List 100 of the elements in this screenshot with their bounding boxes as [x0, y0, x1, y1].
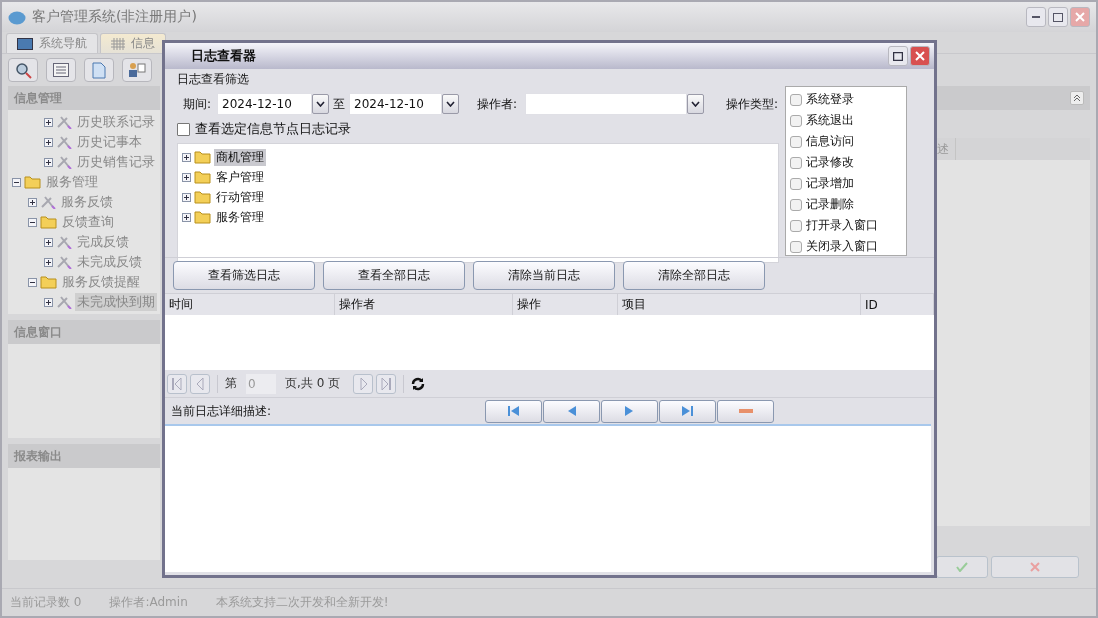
tree-item[interactable]: 服务管理 [214, 208, 266, 226]
expand-icon[interactable] [182, 192, 191, 202]
minimize-button[interactable] [1026, 7, 1046, 27]
tree-item[interactable]: 客户管理 [214, 168, 266, 186]
expand-icon[interactable] [44, 237, 53, 247]
collapse-icon[interactable] [28, 277, 37, 287]
tree-item[interactable]: 行动管理 [214, 188, 266, 206]
checkbox-label: 关闭录入窗口 [806, 238, 878, 255]
close-button[interactable] [910, 46, 930, 66]
maximize-icon [893, 51, 903, 61]
refresh-icon[interactable] [411, 376, 426, 391]
folder-icon [194, 150, 211, 164]
pager-label: 第 [225, 375, 237, 392]
tree-item[interactable]: 服务管理 [44, 173, 100, 191]
caret-icon [446, 101, 456, 107]
prev-record-button[interactable] [543, 399, 600, 423]
folder-icon [40, 275, 57, 289]
expand-icon[interactable] [44, 297, 53, 307]
last-record-button[interactable] [659, 399, 716, 423]
checkbox[interactable] [790, 93, 802, 106]
operator-field[interactable] [525, 93, 688, 115]
expand-icon[interactable] [182, 172, 191, 182]
status-text: 当前记录数 0 [10, 594, 82, 611]
action-button[interactable]: 清除全部日志 [623, 261, 765, 290]
close-icon [1075, 12, 1085, 22]
date-field[interactable]: 2024-12-10 [217, 93, 313, 115]
tree-item[interactable]: 商机管理 [214, 148, 266, 166]
toolbar-button[interactable] [46, 58, 76, 82]
first-icon [172, 377, 182, 390]
dropdown-button[interactable] [312, 94, 330, 114]
field-label: 操作类型: [726, 95, 779, 113]
tree-item[interactable]: 历史记事本 [75, 133, 144, 151]
tab[interactable]: 信息 [100, 33, 166, 53]
previous-icon [567, 406, 576, 416]
panel-header[interactable]: 报表输出 [8, 444, 160, 468]
collapse-icon[interactable] [28, 217, 37, 227]
dropdown-button[interactable] [687, 94, 705, 114]
tree-item[interactable]: 未完成快到期 [75, 293, 157, 311]
first-record-button[interactable] [485, 399, 542, 423]
checkbox-label: 记录增加 [806, 175, 854, 192]
action-button[interactable]: 查看全部日志 [323, 261, 465, 290]
tree-item[interactable]: 未完成反馈 [75, 253, 144, 271]
field-label: 期间: [183, 95, 212, 113]
chevrons-up-icon [1073, 94, 1081, 102]
expand-icon[interactable] [182, 212, 191, 222]
checkbox[interactable] [790, 177, 802, 190]
checkbox-label: 系统登录 [806, 91, 854, 108]
folder-icon [40, 215, 57, 229]
panel-header[interactable]: 信息窗口 [8, 320, 160, 344]
next-icon [625, 406, 634, 416]
checkbox[interactable] [177, 122, 190, 136]
minus-icon [738, 409, 753, 413]
tree-item[interactable]: 服务反馈 [59, 193, 115, 211]
window-title: 客户管理系统(非注册用户) [32, 8, 197, 26]
tools-icon [56, 135, 72, 149]
toolbar-button[interactable] [122, 58, 152, 82]
collapse-icon[interactable] [12, 177, 21, 187]
checkbox[interactable] [790, 135, 802, 148]
tree-item[interactable]: 历史联系记录 [75, 113, 157, 131]
next-icon [359, 377, 367, 390]
tab[interactable]: 系统导航 [6, 33, 98, 53]
action-button[interactable]: 查看筛选日志 [173, 261, 315, 290]
checkbox-label: 查看选定信息节点日志记录 [195, 120, 351, 138]
expand-icon[interactable] [44, 257, 53, 267]
dropdown-button[interactable] [442, 94, 460, 114]
expand-icon[interactable] [44, 117, 53, 127]
date-field[interactable]: 2024-12-10 [349, 93, 443, 115]
search-icon [14, 61, 32, 79]
expand-icon[interactable] [44, 137, 53, 147]
expand-icon[interactable] [44, 157, 53, 167]
action-button[interactable]: 清除当前日志 [473, 261, 615, 290]
tree-item[interactable]: 服务反馈提醒 [60, 273, 142, 291]
expand-icon[interactable] [182, 152, 191, 162]
tools-icon [56, 155, 72, 169]
checkbox[interactable] [790, 240, 802, 253]
maximize-icon [1053, 12, 1063, 22]
page-field[interactable]: 0 [246, 373, 276, 394]
checkbox[interactable] [790, 156, 802, 169]
maximize-button[interactable] [1048, 7, 1068, 27]
collapse-button[interactable] [1070, 91, 1084, 105]
maximize-button[interactable] [888, 46, 908, 66]
checkbox-label: 系统退出 [806, 112, 854, 129]
previous-icon [196, 377, 204, 390]
field-label: 至 [333, 95, 346, 113]
checkbox-label: 记录修改 [806, 154, 854, 171]
first-icon [507, 406, 520, 416]
tree-item[interactable]: 反馈查询 [60, 213, 116, 231]
toolbar-button[interactable] [8, 58, 38, 82]
tree-item[interactable]: 完成反馈 [75, 233, 131, 251]
status-text: 操作者:Admin [109, 594, 188, 611]
checkbox[interactable] [790, 114, 802, 127]
expand-icon[interactable] [28, 197, 37, 207]
page-count: 页,共 0 页 [285, 375, 341, 392]
folder-icon [194, 170, 211, 184]
checkbox[interactable] [790, 219, 802, 232]
next-record-button[interactable] [601, 399, 658, 423]
panel-header[interactable]: 信息管理 [8, 86, 160, 110]
remove-button[interactable] [717, 399, 774, 423]
checkbox[interactable] [790, 198, 802, 211]
tree-item[interactable]: 历史销售记录 [75, 153, 157, 171]
